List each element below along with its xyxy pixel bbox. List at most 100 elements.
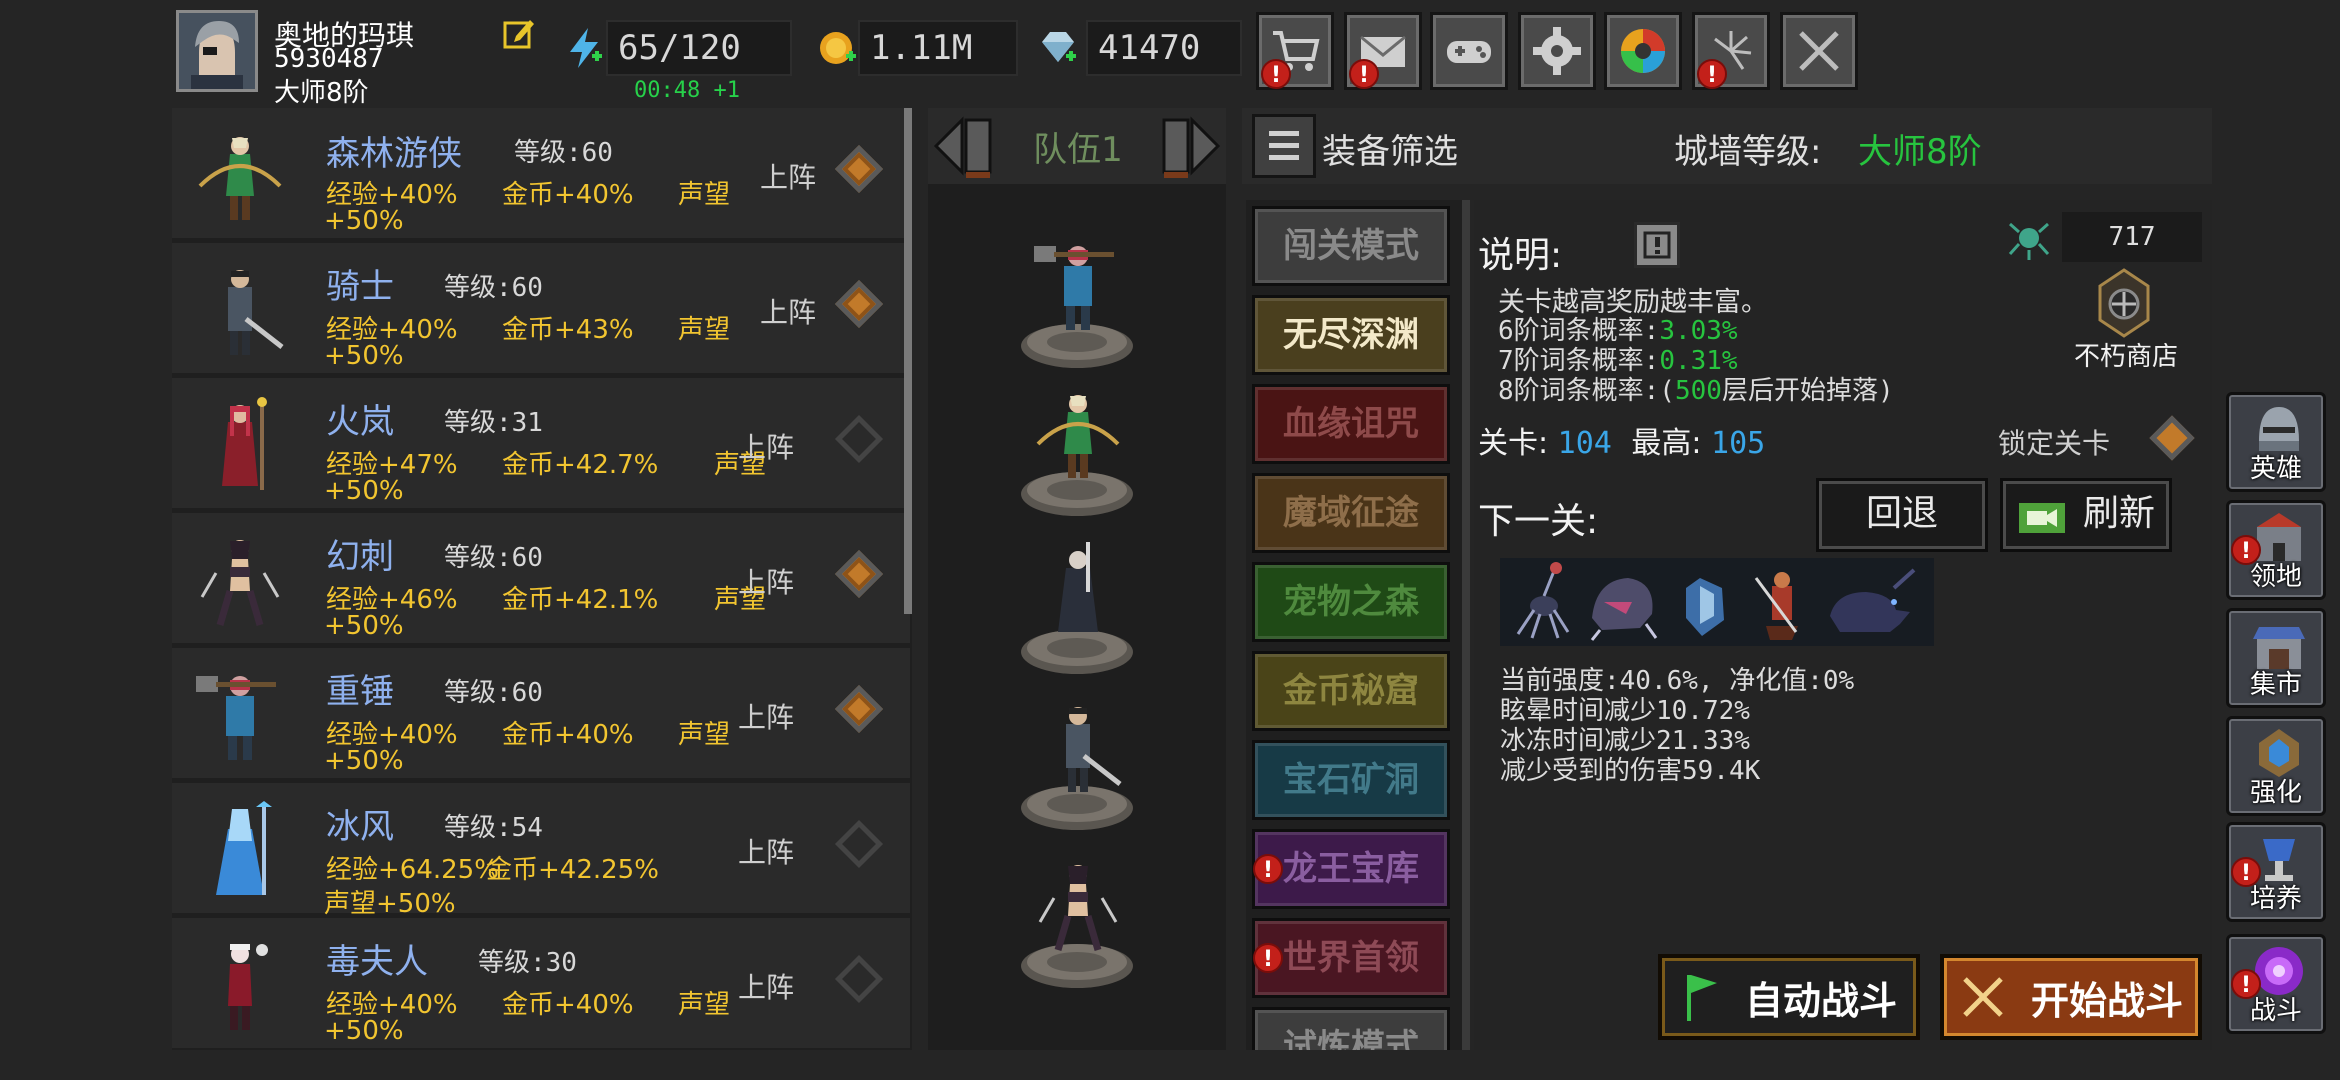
alert-badge: ! bbox=[1697, 59, 1727, 89]
immortal-token-count: 717 bbox=[2062, 212, 2202, 262]
deploy-label[interactable]: 上阵 bbox=[738, 831, 794, 871]
hero-portrait-icon bbox=[190, 531, 290, 631]
hero-fame-value: +50% bbox=[324, 206, 404, 236]
crossed-swords-icon bbox=[1799, 31, 1839, 71]
mode-button[interactable]: 宠物之森 bbox=[1252, 562, 1450, 642]
sidenav-item[interactable]: 培养! bbox=[2226, 822, 2326, 922]
mode-list-scrollbar[interactable] bbox=[1462, 200, 1470, 1050]
refresh-button[interactable]: 刷新 bbox=[2000, 478, 2172, 552]
deploy-toggle[interactable] bbox=[834, 279, 884, 329]
hero-list-scrollbar[interactable] bbox=[904, 108, 912, 614]
deploy-toggle[interactable] bbox=[834, 414, 884, 464]
mode-button[interactable]: 闯关模式 bbox=[1252, 206, 1450, 286]
sidenav-label: 英雄 bbox=[2249, 454, 2302, 484]
hero-portrait-icon bbox=[190, 801, 290, 901]
hero-list[interactable]: 森林游侠 等级:60 经验+40% 金币+40% 声望 +50% 上阵 骑士 等… bbox=[172, 108, 912, 1050]
gear-icon bbox=[1533, 27, 1581, 75]
deploy-toggle[interactable] bbox=[834, 144, 884, 194]
mode-button[interactable]: 宝石矿洞 bbox=[1252, 740, 1450, 820]
sidenav-item[interactable]: 领地! bbox=[2226, 500, 2326, 600]
gem-icon bbox=[1036, 26, 1080, 70]
deploy-label[interactable]: 上阵 bbox=[760, 156, 816, 196]
hero-row[interactable]: 骑士 等级:60 经验+40% 金币+43% 声望 +50% 上阵 bbox=[172, 243, 910, 373]
alert-badge: ! bbox=[1253, 854, 1283, 884]
deploy-label[interactable]: 上阵 bbox=[738, 966, 794, 1006]
team-title: 队伍1 bbox=[1033, 130, 1123, 170]
team-slot[interactable] bbox=[1018, 865, 1136, 988]
sidenav-item[interactable]: 战斗! bbox=[2226, 934, 2326, 1034]
hero-name: 毒夫人 bbox=[326, 942, 428, 982]
start-battle-button[interactable]: 开始战斗 bbox=[1940, 954, 2202, 1040]
team-next-arrow-icon[interactable] bbox=[1156, 112, 1222, 180]
team-slot[interactable] bbox=[1018, 542, 1136, 674]
team-slot[interactable] bbox=[1018, 707, 1136, 830]
next-stage-label: 下一关: bbox=[1478, 501, 1599, 542]
team-slot[interactable] bbox=[1018, 246, 1136, 368]
immortal-shop-label[interactable]: 不朽商店 bbox=[2074, 336, 2178, 373]
player-id: 5930487 bbox=[274, 44, 384, 74]
edit-name-icon[interactable] bbox=[502, 16, 536, 50]
hero-portrait-icon bbox=[190, 936, 290, 1036]
team-prev-arrow-icon[interactable] bbox=[932, 112, 998, 180]
hero-row[interactable]: 重锤 等级:60 经验+40% 金币+40% 声望 +50% 上阵 bbox=[172, 648, 910, 778]
fireworks-button[interactable]: ! bbox=[1692, 12, 1770, 90]
hero-row[interactable]: 毒夫人 等级:30 经验+40% 金币+40% 声望 +50% 上阵 bbox=[172, 918, 910, 1048]
hero-exp-bonus: 经验+64.25% bbox=[326, 855, 499, 885]
flag-icon bbox=[1686, 975, 1717, 1021]
gamepad-button[interactable] bbox=[1430, 12, 1508, 90]
mode-button[interactable]: 金币秘窟 bbox=[1252, 651, 1450, 731]
deploy-toggle[interactable] bbox=[834, 819, 884, 869]
hero-gold-bonus: 金币+40% bbox=[502, 990, 634, 1020]
mode-button[interactable]: 无尽深渊 bbox=[1252, 295, 1450, 375]
mode-button[interactable]: 魔域征途 bbox=[1252, 473, 1450, 553]
hero-row[interactable]: 冰风 等级:54 经验+64.25% 金币+42.25% 声望+50% 上阵 bbox=[172, 783, 910, 919]
hero-fame-bonus: 声望+50% bbox=[324, 889, 456, 919]
battle-log-button[interactable] bbox=[1780, 12, 1858, 90]
deploy-label[interactable]: 上阵 bbox=[738, 426, 794, 466]
mode-button[interactable]: 世界首领! bbox=[1252, 918, 1450, 998]
back-button[interactable]: 回退 bbox=[1816, 478, 1988, 552]
hero-name: 重锤 bbox=[326, 672, 394, 712]
mode-button[interactable]: 龙王宝库! bbox=[1252, 829, 1450, 909]
deploy-label[interactable]: 上阵 bbox=[738, 696, 794, 736]
sidenav-item[interactable]: 强化 bbox=[2226, 716, 2326, 816]
hero-row[interactable]: 幻刺 等级:60 经验+46% 金币+42.1% 声望 +50% 上阵 bbox=[172, 513, 910, 643]
settings-button[interactable] bbox=[1518, 12, 1596, 90]
mode-button[interactable]: 试炼模式 bbox=[1252, 1007, 1450, 1050]
equipment-filter-label[interactable]: 装备筛选 bbox=[1322, 124, 1458, 173]
sidenav-item[interactable]: 英雄 bbox=[2226, 392, 2326, 492]
deploy-label[interactable]: 上阵 bbox=[738, 561, 794, 601]
menu-list-icon[interactable] bbox=[1252, 114, 1316, 178]
hero-level: 等级:31 bbox=[444, 408, 543, 438]
info-hint-icon[interactable] bbox=[1634, 222, 1680, 268]
color-wheel-button[interactable] bbox=[1604, 12, 1682, 90]
gems-value: 41470 bbox=[1086, 20, 1242, 76]
immortal-shop-icon[interactable] bbox=[2084, 264, 2164, 344]
team-slot[interactable] bbox=[1018, 395, 1136, 516]
deploy-toggle[interactable] bbox=[834, 549, 884, 599]
hero-fame-value: +50% bbox=[324, 341, 404, 371]
lock-stage-label: 锁定关卡 bbox=[1998, 427, 2111, 460]
mail-button[interactable]: ! bbox=[1344, 12, 1422, 90]
player-avatar[interactable] bbox=[176, 10, 258, 92]
sidenav-item[interactable]: 集市 bbox=[2226, 608, 2326, 708]
auto-battle-button[interactable]: 自动战斗 bbox=[1658, 954, 1920, 1040]
mode-label: 魔域征途 bbox=[1283, 493, 1419, 533]
tier8-tail: 层后开始掉落) bbox=[1721, 376, 1894, 406]
sidenav-label: 强化 bbox=[2249, 778, 2302, 808]
mode-list[interactable]: 闯关模式无尽深渊血缘诅咒魔域征途宠物之森金币秘窟宝石矿洞龙王宝库! 世界首领! 试炼… bbox=[1246, 200, 1464, 1050]
mode-button[interactable]: 血缘诅咒 bbox=[1252, 384, 1450, 464]
hero-row[interactable]: 火岚 等级:31 经验+47% 金币+42.7% 声望 +50% 上阵 bbox=[172, 378, 910, 508]
lock-stage-toggle[interactable] bbox=[2149, 415, 2195, 461]
deploy-label[interactable]: 上阵 bbox=[760, 291, 816, 331]
hero-row[interactable]: 森林游侠 等级:60 经验+40% 金币+40% 声望 +50% 上阵 bbox=[172, 108, 910, 238]
shop-cart-button[interactable]: ! bbox=[1256, 12, 1334, 90]
stage-info-panel: 说明: 717 不朽商店 关卡越高奖励越丰富。 6阶词条概率:3.03% 7阶词… bbox=[1474, 200, 2212, 1050]
video-icon bbox=[2019, 503, 2065, 533]
deploy-toggle[interactable] bbox=[834, 684, 884, 734]
deploy-toggle[interactable] bbox=[834, 954, 884, 1004]
hero-fame-value: +50% bbox=[324, 746, 404, 776]
best-value: 105 bbox=[1711, 426, 1766, 461]
hero-level: 等级:60 bbox=[514, 138, 613, 168]
mode-label: 宝石矿洞 bbox=[1283, 760, 1419, 800]
